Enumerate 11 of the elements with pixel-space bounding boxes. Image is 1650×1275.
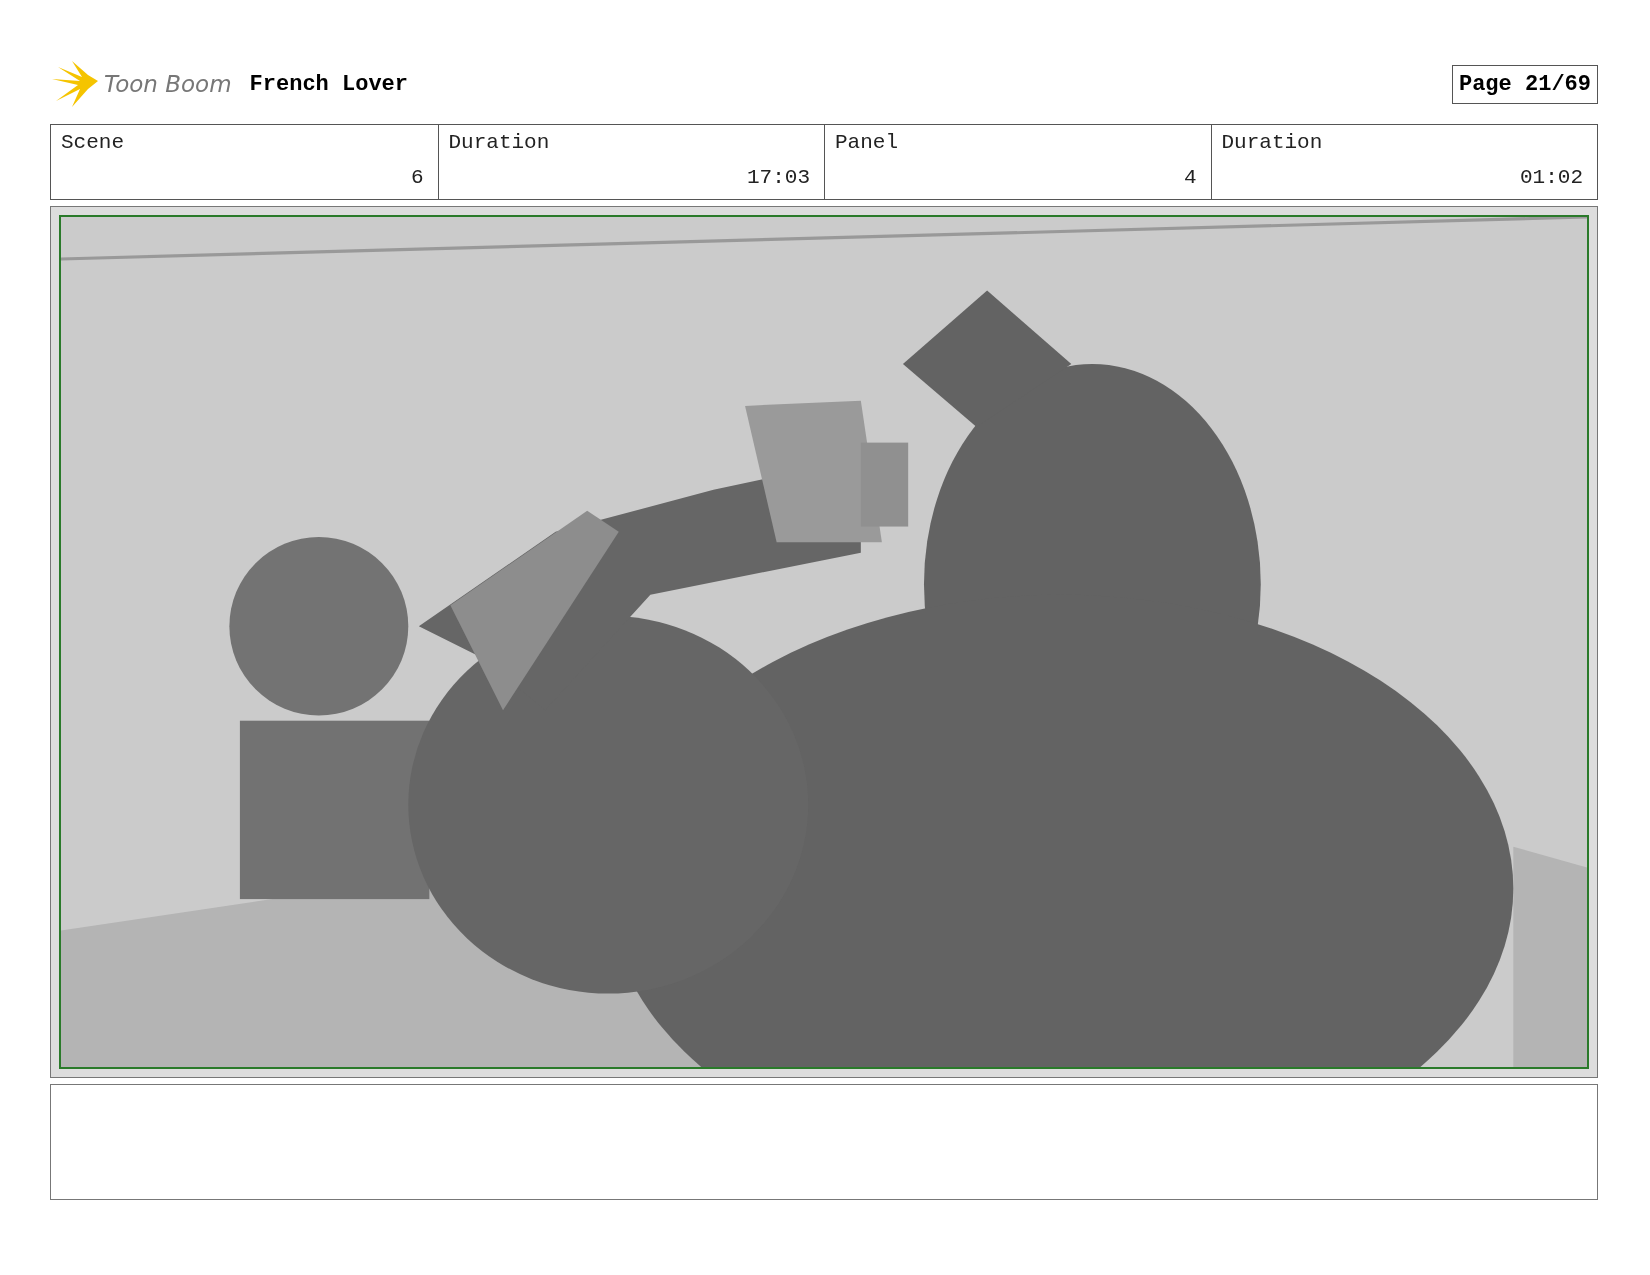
logo-text: Toon Boom: [104, 71, 232, 97]
field-label: Duration: [1221, 131, 1324, 154]
field-label: Duration: [448, 131, 551, 154]
field-value: 17:03: [747, 166, 810, 189]
field-label: Scene: [61, 131, 125, 154]
field-value: 4: [1183, 166, 1197, 189]
field-value: 6: [410, 166, 424, 189]
storyboard-title: French Lover: [249, 71, 408, 97]
page-number: Page 21/69: [1451, 64, 1598, 104]
field-label: Panel: [835, 131, 899, 154]
field-value: 01:02: [1520, 166, 1583, 189]
